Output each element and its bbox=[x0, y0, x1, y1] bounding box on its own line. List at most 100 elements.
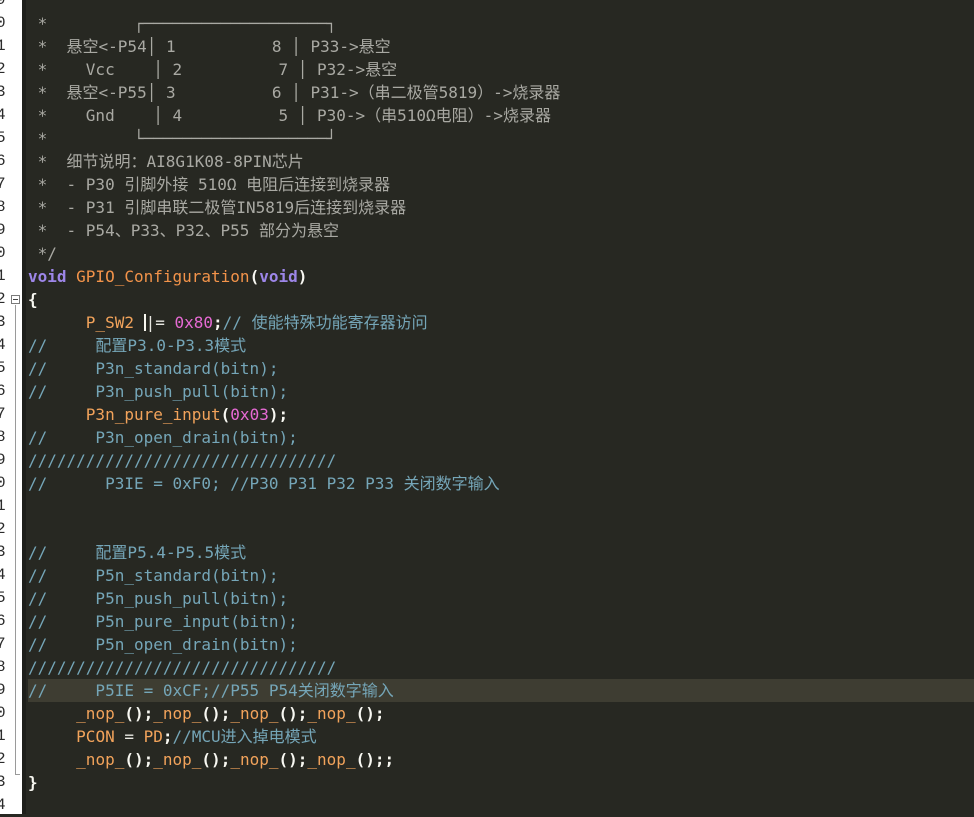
code-line: P3n_pure_input(0x03); bbox=[28, 403, 974, 426]
identifier: P_SW2 bbox=[85, 313, 144, 332]
function-call: _nop_ bbox=[230, 704, 279, 723]
code-line: * - P30 引脚外接 510Ω 电阻后连接到烧录器 bbox=[28, 173, 974, 196]
line-number: 0 bbox=[0, 704, 6, 722]
comment-text: // P3n_standard(bitn); bbox=[28, 359, 279, 378]
code-line: * 细节说明：AI8G1K08-8PIN芯片 bbox=[28, 150, 974, 173]
line-number: 6 bbox=[0, 382, 6, 400]
comment-text: // P3IE = 0xF0; //P30 P31 P32 P33 关闭数字输入 bbox=[28, 474, 500, 493]
code-line: * 悬空<-P54│ 1 8 │ P33->悬空 bbox=[28, 35, 974, 58]
code-line: * Gnd │ 4 5 │ P30->（串510Ω电阻）->烧录器 bbox=[28, 104, 974, 127]
code-line: } bbox=[28, 771, 974, 794]
code-line: // 配置P5.4-P5.5模式 bbox=[28, 541, 974, 564]
line-number: 0 bbox=[0, 474, 6, 492]
code-line: P_SW2 |= 0x80;// 使能特殊功能寄存器访问 bbox=[28, 311, 974, 334]
comment-text: * Vcc │ 2 7 │ P32->悬空 bbox=[28, 60, 398, 79]
operator: |= bbox=[145, 313, 175, 332]
line-number: 2 bbox=[0, 290, 6, 308]
comment-text: * - P54、P33、P32、P55 部分为悬空 bbox=[28, 221, 340, 240]
line-number: 8 bbox=[0, 658, 6, 676]
code-line: // P5n_standard(bitn); bbox=[28, 564, 974, 587]
line-number: 7 bbox=[0, 405, 6, 423]
function-call: _nop_ bbox=[153, 750, 202, 769]
comment-text: // 使能特殊功能寄存器访问 bbox=[222, 313, 428, 332]
line-number: 2 bbox=[0, 520, 6, 538]
punctuation: ); bbox=[268, 405, 289, 424]
comment-text: //MCU进入掉电模式 bbox=[172, 727, 317, 746]
code-line: // 配置P3.0-P3.3模式 bbox=[28, 334, 974, 357]
comment-text: * Gnd │ 4 5 │ P30->（串510Ω电阻）->烧录器 bbox=[28, 106, 551, 125]
comment-text: * 悬空<-P54│ 1 8 │ P33->悬空 bbox=[28, 37, 391, 56]
code-line: //////////////////////////////// bbox=[28, 449, 974, 472]
line-number: 8 bbox=[0, 428, 6, 446]
function-call: P3n_pure_input bbox=[85, 405, 221, 424]
comment-text: // P3n_push_pull(bitn); bbox=[28, 382, 289, 401]
keyword: void bbox=[259, 267, 298, 286]
line-number: 4 bbox=[0, 106, 6, 124]
function-call: _nop_ bbox=[307, 704, 356, 723]
line-number: 2 bbox=[0, 60, 6, 78]
function-call: _nop_ bbox=[76, 750, 125, 769]
comment-text: //////////////////////////////// bbox=[28, 658, 337, 677]
number-literal: 0x03 bbox=[230, 405, 269, 424]
comment-text: * 细节说明：AI8G1K08-8PIN芯片 bbox=[28, 152, 304, 171]
code-editor[interactable]: * ┌───────────────────┐ * 悬空<-P54│ 1 8 │… bbox=[28, 0, 974, 814]
keyword: void bbox=[28, 267, 67, 286]
function-call: _nop_ bbox=[230, 750, 279, 769]
punctuation: (); bbox=[124, 750, 154, 769]
code-line: // P3n_open_drain(bitn); bbox=[28, 426, 974, 449]
comment-text: // P5n_open_drain(bitn); bbox=[28, 635, 298, 654]
code-line: * Vcc │ 2 7 │ P32->悬空 bbox=[28, 58, 974, 81]
identifier: PCON bbox=[76, 727, 125, 746]
code-line: // P3n_push_pull(bitn); bbox=[28, 380, 974, 403]
line-number: 3 bbox=[0, 83, 6, 101]
line-number: 5 bbox=[0, 359, 6, 377]
line-number: 9 bbox=[0, 451, 6, 469]
line-number: 1 bbox=[0, 267, 6, 285]
code-line: PCON = PD;//MCU进入掉电模式 bbox=[28, 725, 974, 748]
line-number: 5 bbox=[0, 129, 6, 147]
punctuation: (); bbox=[278, 704, 308, 723]
line-number: 5 bbox=[0, 589, 6, 607]
operator: = bbox=[124, 727, 144, 746]
line-number: 3 bbox=[0, 773, 6, 791]
punctuation: (); bbox=[355, 750, 385, 769]
fold-toggle-icon[interactable] bbox=[11, 295, 20, 304]
code-line: void GPIO_Configuration(void) bbox=[28, 265, 974, 288]
fold-guide bbox=[15, 305, 16, 775]
comment-text: // P5n_pure_input(bitn); bbox=[28, 612, 298, 631]
punctuation: (); bbox=[201, 704, 231, 723]
line-number: 4 bbox=[0, 336, 6, 354]
comment-text: * ┌───────────────────┐ bbox=[28, 14, 337, 33]
line-number-gutter: 9 0 1 2 3 4 5 6 7 8 9 0 1 2 3 4 5 6 7 8 … bbox=[0, 0, 22, 814]
punctuation: ; bbox=[384, 750, 395, 769]
code-line: _nop_();_nop_();_nop_();_nop_(); bbox=[28, 702, 974, 725]
comment-text: // 配置P3.0-P3.3模式 bbox=[28, 336, 247, 355]
line-number: 1 bbox=[0, 727, 6, 745]
function-call: _nop_ bbox=[153, 704, 202, 723]
code-line: _nop_();_nop_();_nop_();_nop_();; bbox=[28, 748, 974, 771]
line-number: 1 bbox=[0, 37, 6, 55]
comment-text: * - P31 引脚串联二极管IN5819后连接到烧录器 bbox=[28, 198, 407, 217]
code-line: // P3IE = 0xF0; //P30 P31 P32 P33 关闭数字输入 bbox=[28, 472, 974, 495]
punctuation: ( bbox=[220, 405, 231, 424]
comment-text: * 悬空<-P55│ 3 6 │ P31->（串二极管5819）->烧录器 bbox=[28, 83, 561, 102]
function-call: _nop_ bbox=[307, 750, 356, 769]
line-number: 0 bbox=[0, 14, 6, 32]
punctuation: (); bbox=[278, 750, 308, 769]
comment-text: // P3n_open_drain(bitn); bbox=[28, 428, 298, 447]
code-line: * └───────────────────┘ bbox=[28, 127, 974, 150]
line-number: 6 bbox=[0, 612, 6, 630]
line-number: 2 bbox=[0, 750, 6, 768]
punctuation: ( bbox=[249, 267, 260, 286]
code-line: // P3n_standard(bitn); bbox=[28, 357, 974, 380]
punctuation: (); bbox=[355, 704, 385, 723]
line-number: 9 bbox=[0, 221, 6, 239]
fold-guide-end bbox=[15, 774, 20, 775]
line-number: 6 bbox=[0, 152, 6, 170]
punctuation: } bbox=[28, 773, 38, 792]
function-call: _nop_ bbox=[76, 704, 125, 723]
code-line: // P5n_pure_input(bitn); bbox=[28, 610, 974, 633]
